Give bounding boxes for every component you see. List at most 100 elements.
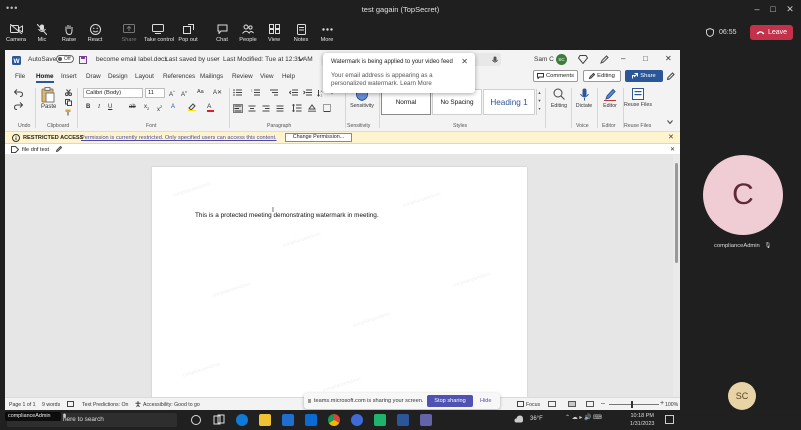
mic-button[interactable]: Mic	[28, 23, 56, 47]
take-control-button[interactable]: Take control	[144, 23, 174, 47]
tab-insert[interactable]: Insert	[61, 73, 77, 80]
numbering-icon[interactable]: 1	[251, 89, 261, 96]
font-color-icon[interactable]: A	[207, 103, 214, 112]
chevron-down-icon[interactable]	[298, 57, 304, 61]
collapse-ribbon-icon[interactable]	[667, 120, 673, 124]
tab-file[interactable]: File	[15, 73, 25, 80]
tab-home[interactable]: Home	[36, 73, 54, 83]
task-view-icon[interactable]	[213, 414, 225, 426]
justify-icon[interactable]	[276, 105, 284, 112]
store-icon[interactable]	[282, 414, 294, 426]
edit-icon[interactable]	[56, 146, 62, 152]
line-spacing-icon[interactable]	[292, 104, 302, 112]
cortana-icon[interactable]	[191, 415, 201, 425]
feedback-icon[interactable]	[667, 72, 675, 80]
zoom-out-icon[interactable]: –	[601, 400, 605, 407]
teams-taskbar-icon[interactable]	[420, 414, 432, 426]
text-predictions[interactable]: Text Predictions: On	[82, 402, 128, 408]
tab-draw[interactable]: Draw	[86, 73, 101, 80]
stop-sharing-button[interactable]: Stop sharing	[427, 395, 473, 407]
bullets-icon[interactable]	[233, 89, 243, 96]
close-file-icon[interactable]: ✕	[670, 146, 675, 153]
highlight-icon[interactable]	[188, 103, 196, 111]
share-button[interactable]: Share	[625, 70, 663, 82]
undo-icon[interactable]	[14, 89, 23, 97]
strikethrough-icon[interactable]: ab	[129, 104, 136, 110]
clear-formatting-icon[interactable]: A✕	[213, 89, 222, 96]
minimize-icon[interactable]: –	[750, 3, 764, 15]
shading-icon[interactable]	[308, 104, 316, 112]
align-right-icon[interactable]	[262, 105, 270, 112]
scrollbar-thumb[interactable]	[675, 163, 678, 263]
tab-layout[interactable]: Layout	[135, 73, 154, 80]
grow-font-icon[interactable]: A^	[169, 89, 175, 98]
editing-mode-button[interactable]: Editing	[583, 70, 621, 82]
close-icon[interactable]: ✕	[783, 3, 797, 15]
taskbar-clock[interactable]: 10:18 PM 1/31/2023	[630, 412, 654, 428]
page-count[interactable]: Page 1 of 1	[9, 402, 36, 408]
word-count[interactable]: 9 words	[42, 402, 60, 408]
notes-button[interactable]: Notes	[287, 23, 315, 47]
document-body-text[interactable]: This is a protected meeting demonstratin…	[195, 212, 379, 219]
change-case-icon[interactable]: Aa	[197, 89, 204, 95]
browser-icon[interactable]	[351, 414, 363, 426]
save-icon[interactable]	[79, 56, 87, 64]
zoom-slider[interactable]	[609, 401, 659, 408]
editing-button[interactable]: Editing	[547, 88, 571, 109]
copy-icon[interactable]	[65, 99, 72, 106]
borders-icon[interactable]	[323, 104, 331, 112]
font-name-combo[interactable]: Calibri (Body)	[83, 88, 143, 98]
chrome-icon[interactable]	[328, 414, 340, 426]
close-icon[interactable]: ✕	[665, 54, 672, 63]
raise-hand-button[interactable]: Raise	[55, 23, 83, 47]
account-name[interactable]: Sam C	[534, 56, 554, 63]
editor-button[interactable]: Editor	[598, 88, 622, 109]
hide-button[interactable]: Hide	[480, 398, 492, 404]
style-heading-1[interactable]: Heading 1	[483, 89, 535, 115]
decrease-indent-icon[interactable]	[289, 89, 298, 96]
camera-button[interactable]: Camera	[2, 23, 30, 47]
align-center-icon[interactable]	[248, 105, 256, 112]
zoom-level[interactable]: 100%	[665, 402, 678, 408]
subscript-icon[interactable]: x2	[144, 104, 149, 111]
change-permission-button[interactable]: Change Permission...	[285, 133, 352, 142]
account-avatar[interactable]: SC	[556, 54, 567, 65]
tab-help[interactable]: Help	[282, 73, 295, 80]
multilevel-list-icon[interactable]	[269, 89, 279, 96]
minimize-icon[interactable]: –	[621, 54, 625, 63]
notifications-icon[interactable]	[665, 415, 674, 424]
read-mode-icon[interactable]	[548, 401, 556, 407]
accessibility-status[interactable]: Accessibility: Good to go	[143, 402, 200, 408]
increase-indent-icon[interactable]	[303, 89, 312, 96]
tab-design[interactable]: Design	[108, 73, 128, 80]
pop-out-button[interactable]: Pop out	[174, 23, 202, 47]
styles-scroll-icon[interactable]: ▲ ▼ ▾	[536, 89, 542, 115]
redo-icon[interactable]	[14, 102, 23, 110]
shrink-font-icon[interactable]: Av	[181, 89, 187, 98]
close-notification-icon[interactable]: ✕	[461, 57, 468, 66]
notification-body[interactable]: Your email address is appearing as a per…	[331, 72, 456, 88]
superscript-icon[interactable]: x2	[157, 104, 162, 113]
focus-icon[interactable]	[517, 401, 524, 407]
people-button[interactable]: People	[234, 23, 262, 47]
proofing-icon[interactable]	[67, 401, 74, 407]
more-button[interactable]: More	[313, 23, 341, 47]
leave-button[interactable]: Leave	[750, 25, 793, 40]
restricted-message[interactable]: Permission is currently restricted. Only…	[81, 135, 277, 141]
edge-icon[interactable]	[236, 414, 248, 426]
drag-handle-icon[interactable]	[308, 399, 311, 403]
close-bar-icon[interactable]: ✕	[668, 133, 674, 141]
zoom-in-icon[interactable]: +	[660, 400, 664, 407]
print-layout-icon[interactable]	[568, 401, 576, 407]
autosave-toggle[interactable]: Off	[56, 55, 74, 63]
tab-view[interactable]: View	[260, 73, 274, 80]
maximize-icon[interactable]: □	[766, 3, 780, 15]
align-left-icon[interactable]	[233, 104, 243, 113]
document-filename[interactable]: become email label.docx	[96, 56, 168, 63]
react-button[interactable]: React	[81, 23, 109, 47]
italic-icon[interactable]: I	[98, 104, 100, 110]
share-tray-button[interactable]: Share	[115, 23, 143, 47]
restore-icon[interactable]: □	[643, 54, 648, 63]
self-avatar[interactable]: SC	[728, 382, 756, 410]
bold-icon[interactable]: B	[86, 104, 90, 110]
